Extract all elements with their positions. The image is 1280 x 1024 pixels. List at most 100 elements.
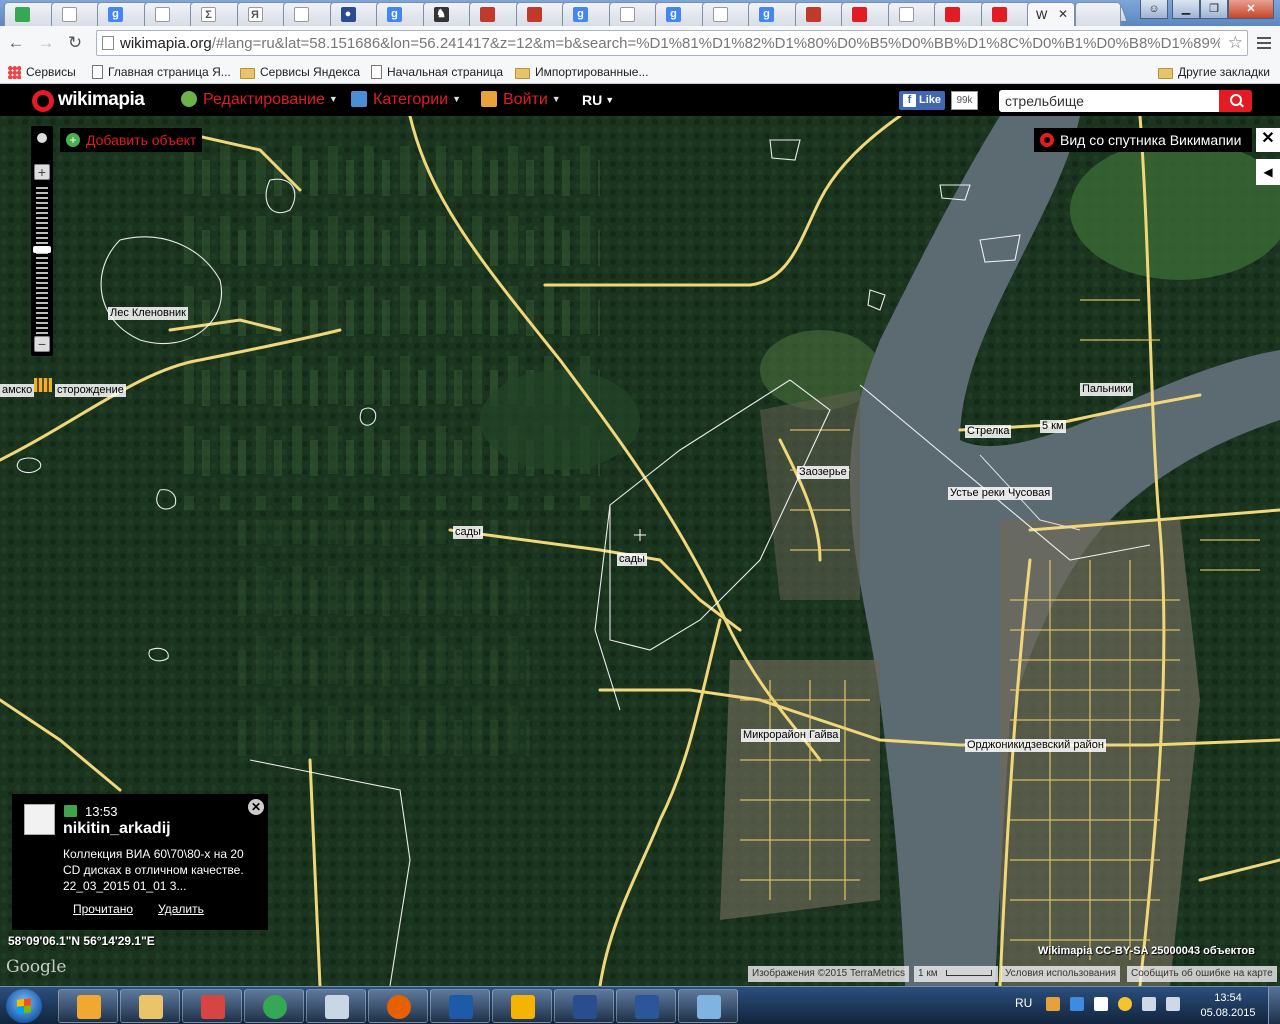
address-bar[interactable]: wikimapia.org/#lang=ru&lat=58.151686&lon… [96,30,1248,56]
language-selector[interactable]: RU ▼ [582,92,614,108]
terms-link[interactable]: Условия использования [1001,966,1120,982]
browser-tab[interactable] [1075,2,1121,26]
search-input[interactable] [999,90,1219,112]
tray-icon[interactable] [1094,997,1108,1011]
taskbar-app[interactable] [554,989,614,1023]
map-label-5km[interactable]: 5 км [1040,420,1066,433]
map-label-strelka[interactable]: Стрелка [965,425,1012,438]
browser-tab[interactable] [4,2,55,26]
menu-categories[interactable]: Категории ▼ [351,91,461,109]
browser-tab[interactable]: Я [236,2,287,26]
browser-tab[interactable]: Σ [190,2,241,26]
tray-icon[interactable] [1070,997,1084,1011]
tray-icon[interactable] [1118,997,1132,1011]
delete-link[interactable]: Удалить [158,902,204,916]
explorer-icon [139,995,163,1019]
taskbar-app[interactable] [492,989,552,1023]
map-label-mesto[interactable]: амско [0,384,35,397]
notification-user[interactable]: nikitin_arkadij [63,820,171,838]
taskbar-app[interactable] [616,989,676,1023]
browser-tab[interactable]: ● [329,2,380,26]
folder-icon [515,68,530,79]
browser-tab[interactable]: g [748,2,799,26]
browser-tab[interactable] [841,2,892,26]
browser-tab[interactable] [701,2,752,26]
tray-icon[interactable] [1046,997,1060,1011]
back-icon[interactable]: ← [6,33,26,53]
zoom-slider-handle[interactable] [33,246,51,253]
bookmark-imported[interactable]: Импортированные... [515,63,648,81]
ruler-icon[interactable] [34,378,52,392]
close-icon[interactable]: ✕ [248,799,264,815]
active-browser-tab[interactable]: W ✕ [1027,2,1075,26]
taskbar-app[interactable] [306,989,366,1023]
start-button[interactable] [6,989,42,1023]
browser-tab[interactable] [469,2,520,26]
browser-tab[interactable] [50,2,101,26]
browser-tab[interactable]: g [376,2,427,26]
bookmark-start-page[interactable]: Начальная страница [371,63,503,81]
taskbar-app[interactable] [58,989,118,1023]
action-center-icon[interactable] [1142,997,1156,1011]
browser-tab[interactable] [608,2,659,26]
map-label-sady-2[interactable]: сады [617,553,647,566]
satellite-view-panel[interactable]: Вид со спутника Викимапии [1034,128,1252,152]
bookmark-services[interactable]: Сервисы [8,63,76,81]
map-label-sady-1[interactable]: сады [453,526,483,539]
bookmark-star-icon[interactable]: ☆ [1228,33,1243,53]
show-desktop-button[interactable] [1268,987,1280,1024]
browser-tab[interactable]: g [655,2,706,26]
system-clock[interactable]: 13:54 05.08.2015 [1198,991,1258,1021]
menu-login[interactable]: Войти ▼ [481,91,561,109]
zoom-in-button[interactable]: + [34,164,50,180]
browser-tab[interactable] [283,2,334,26]
user-profile-button[interactable]: ☺ [1140,0,1168,19]
close-tab-icon[interactable]: ✕ [1058,7,1068,21]
browser-tab[interactable] [934,2,985,26]
browser-tab[interactable] [143,2,194,26]
browser-tab[interactable] [794,2,845,26]
map-label-ordzhonikidzevsky[interactable]: Орджоникидзевский район [965,739,1106,752]
map-label-gayva[interactable]: Микрорайон Гайва [741,729,841,742]
browser-tab[interactable]: g [562,2,613,26]
taskbar-app[interactable] [368,989,428,1023]
taskbar-app[interactable] [244,989,304,1023]
map-label-ustye[interactable]: Устье реки Чусовая [948,487,1053,500]
volume-icon[interactable] [1166,997,1180,1011]
bookmark-yandex-services[interactable]: Сервисы Яндекса [240,63,360,81]
minimize-button[interactable]: ▁ [1172,0,1200,19]
facebook-like-button[interactable]: f Like [899,91,945,110]
browser-tab[interactable] [980,2,1031,26]
browser-tab[interactable]: ♞ [422,2,473,26]
zoom-slider[interactable] [36,184,48,334]
report-error-link[interactable]: Сообщить об ошибке на карте [1127,966,1277,982]
bookmark-yandex-home[interactable]: Главная страница Я... [92,63,231,81]
map-label-palniki[interactable]: Пальники [1080,383,1134,396]
reload-icon[interactable]: ↻ [65,33,85,53]
taskbar-app[interactable] [182,989,242,1023]
map-label-mestorozhdenie[interactable]: сторождение [55,384,126,397]
browser-tab[interactable] [515,2,566,26]
close-window-button[interactable]: ✕ [1228,0,1274,19]
map-label-zaozerye[interactable]: Заозерье [797,466,849,479]
taskbar-app[interactable] [120,989,180,1023]
map-label-les-klenovnik[interactable]: Лес Кленовник [108,307,188,320]
taskbar-app[interactable] [430,989,490,1023]
maximize-button[interactable]: ❐ [1200,0,1228,19]
mark-read-link[interactable]: Прочитано [73,902,133,916]
word-icon [635,995,659,1019]
browser-tab[interactable] [887,2,938,26]
close-icon[interactable]: ✕ [1256,128,1280,152]
collapse-arrow-icon[interactable]: ◀ [1256,159,1280,185]
bookmark-other[interactable]: Другие закладки [1158,63,1270,81]
locate-icon[interactable] [37,133,47,143]
browser-tab[interactable]: g [97,2,148,26]
input-language[interactable]: RU [1015,996,1032,1010]
forward-icon[interactable]: → [36,33,56,53]
taskbar-app[interactable] [678,989,738,1023]
zoom-out-button[interactable]: − [34,336,50,352]
chrome-menu-icon[interactable] [1256,34,1272,52]
search-button[interactable] [1219,90,1252,112]
add-object-button[interactable]: + Добавить объект [60,128,203,152]
menu-edit[interactable]: Редактирование ▼ [181,91,338,109]
